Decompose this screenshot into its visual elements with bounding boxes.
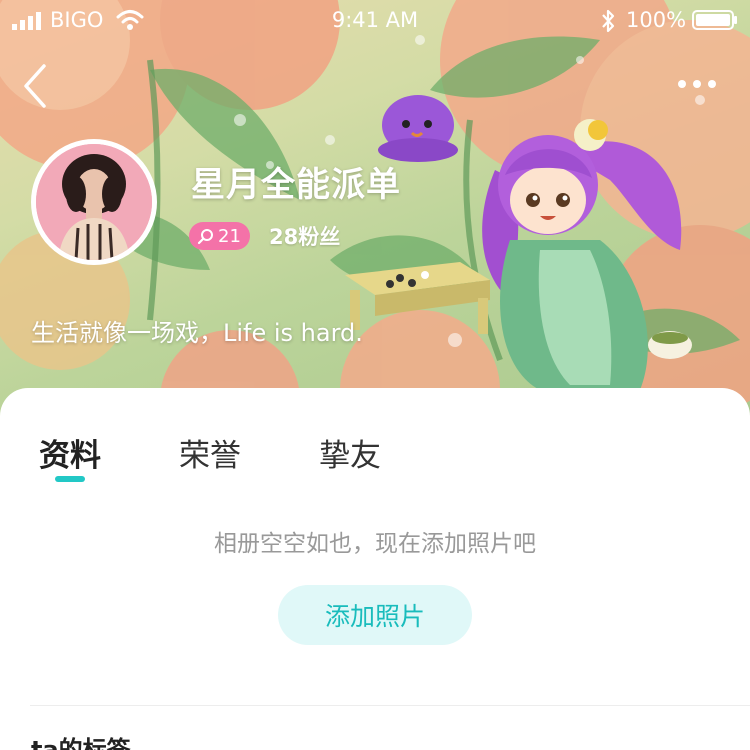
tab-profile[interactable]: 资料 xyxy=(39,430,101,475)
tags-section-title: ta的标签 xyxy=(31,736,131,750)
status-bar: BIGO 9:41 AM 100% xyxy=(0,0,750,44)
profile-header-background: BIGO 9:41 AM 100% 星月全能派单 21 28粉丝 生活就像一场戏… xyxy=(0,0,750,420)
active-tab-indicator xyxy=(55,476,85,482)
profile-name: 星月全能派单 xyxy=(191,165,401,205)
fans-count[interactable]: 28粉丝 xyxy=(269,221,340,251)
chevron-left-icon xyxy=(24,64,46,108)
avatar[interactable] xyxy=(31,139,157,265)
level-value: 21 xyxy=(218,225,241,247)
magnifier-level-icon xyxy=(197,228,213,244)
back-button[interactable] xyxy=(16,58,56,114)
tab-close-friends[interactable]: 挚友 xyxy=(319,430,381,475)
fans-label: 粉丝 xyxy=(298,225,341,249)
battery-percentage: 100% xyxy=(626,8,687,32)
avatar-photo xyxy=(36,144,152,260)
battery-icon xyxy=(692,10,737,30)
fans-number: 28 xyxy=(269,225,299,249)
divider xyxy=(30,705,750,706)
add-photo-button[interactable]: 添加照片 xyxy=(278,585,472,645)
ellipsis-icon xyxy=(678,80,716,88)
level-badge: 21 xyxy=(189,222,250,250)
more-options-button[interactable] xyxy=(672,66,722,102)
bluetooth-icon xyxy=(602,9,615,33)
album-empty-message: 相册空空如也，现在添加照片吧 xyxy=(214,531,536,557)
profile-signature: 生活就像一场戏，Life is hard. xyxy=(31,319,363,347)
tab-honors[interactable]: 荣誉 xyxy=(179,430,241,475)
